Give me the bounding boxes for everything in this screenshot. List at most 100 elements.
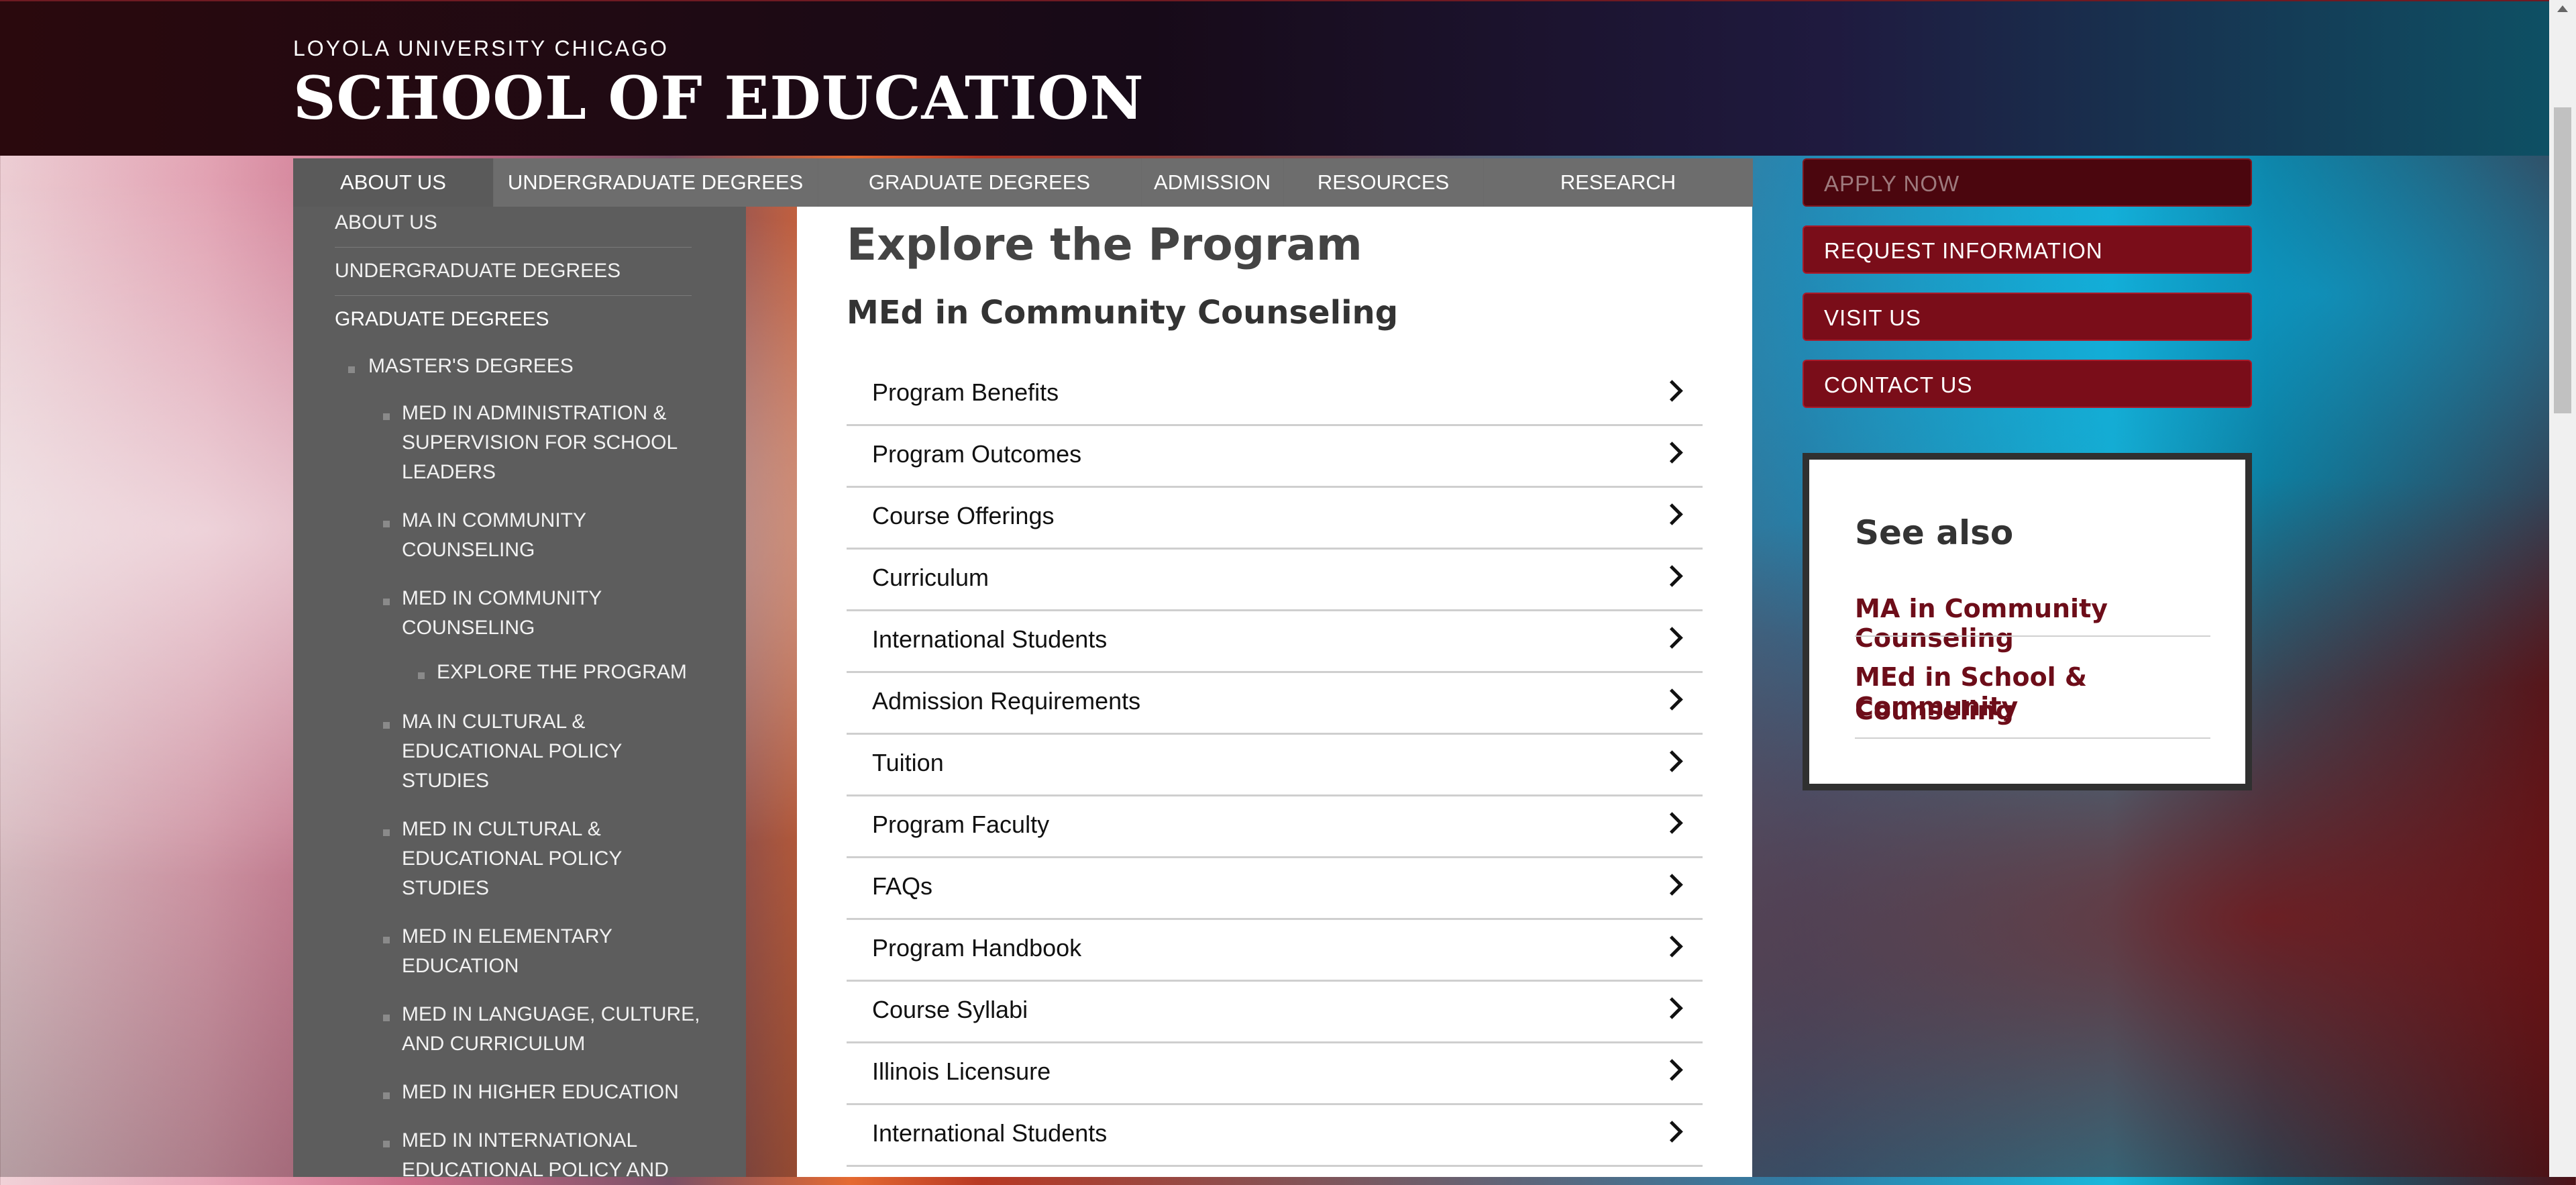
program-benefits-label: Program Benefits [872,378,1059,406]
course-offerings-row[interactable]: Course Offerings [847,486,1703,550]
bullet-icon [383,1092,390,1099]
scroll-up-icon[interactable] [2557,5,2568,12]
sidebar-item-ma-cultural-policy[interactable]: MA IN CULTURAL & [402,707,585,737]
illinois-licensure-row[interactable]: Illinois Licensure [847,1041,1703,1105]
program-faculty-label: Program Faculty [872,811,1050,838]
program-outcomes-label: Program Outcomes [872,440,1082,468]
sidebar-item-graduate-degrees[interactable]: GRADUATE DEGREES [335,305,549,334]
bullet-icon [383,722,390,729]
international-students-label: International Students [872,1119,1108,1147]
tuition-label: Tuition [872,749,944,776]
apply-now-button[interactable]: APPLY NOW [1803,158,2252,207]
bullet-icon [383,599,390,605]
admission-requirements-label: Admission Requirements [872,687,1141,715]
program-handbook-row[interactable]: Program Handbook [847,918,1703,982]
request-information-button[interactable]: REQUEST INFORMATION [1803,225,2252,274]
see-also-link-ma-community-counseling[interactable]: MA in Community Counseling [1855,594,2245,653]
chevron-right-icon [1661,688,1683,711]
sidebar-item-med-community-counseling[interactable]: MED IN COMMUNITY [402,584,602,613]
sidebar-item-med-cultural-policy[interactable]: MED IN CULTURAL & [402,815,601,844]
bullet-icon [383,521,390,527]
chevron-right-icon [1661,627,1683,649]
sidebar-item-med-cultural-policy[interactable]: STUDIES [402,874,489,903]
sidebar-navigation: ABOUT US UNDERGRADUATE DEGREES GRADUATE … [293,207,746,1181]
sidebar-item-med-cultural-policy[interactable]: EDUCATIONAL POLICY [402,844,622,874]
sidebar-item-med-elementary-education[interactable]: EDUCATION [402,951,519,981]
tuition-row[interactable]: Tuition [847,733,1703,796]
chevron-right-icon [1661,1121,1683,1143]
see-also-panel: See also MA in Community Counseling MEd … [1803,453,2252,790]
nav-item-admission[interactable]: ADMISSION [1141,158,1284,207]
course-offerings-label: Course Offerings [872,502,1055,529]
bullet-icon [348,366,355,373]
sidebar-item-med-community-counseling[interactable]: COUNSELING [402,613,535,643]
program-outcomes-row[interactable]: Program Outcomes [847,424,1703,488]
sidebar-item-undergraduate-degrees[interactable]: UNDERGRADUATE DEGREES [335,256,621,286]
sidebar-item-med-administration[interactable]: MED IN ADMINISTRATION & [402,399,666,428]
admission-requirements-row[interactable]: Admission Requirements [847,671,1703,735]
sidebar-item-ma-cultural-policy[interactable]: STUDIES [402,766,489,796]
bullet-icon [383,1141,390,1147]
international-students-row[interactable]: International Students [847,1103,1703,1167]
chevron-right-icon [1661,503,1683,525]
main-content: Explore the Program MEd in Community Cou… [797,207,1752,1177]
curriculum-label: Curriculum [872,564,989,591]
sidebar-item-med-language-culture-curriculum[interactable]: AND CURRICULUM [402,1029,585,1059]
nav-item-about-us[interactable]: ABOUT US [293,158,494,207]
nav-item-undergraduate-degrees[interactable]: UNDERGRADUATE DEGREES [493,158,818,207]
contact-us-button[interactable]: CONTACT US [1803,360,2252,408]
bullet-icon [383,1015,390,1021]
university-name: LOYOLA UNIVERSITY CHICAGO [293,36,669,60]
sidebar-item-med-administration[interactable]: SUPERVISION FOR SCHOOL [402,428,678,458]
faqs-label: FAQs [872,872,933,900]
see-also-divider [1855,635,2210,637]
see-also-link-med-school-community-counseling[interactable]: Counseling [1855,696,2014,725]
sidebar-item-ma-community-counseling[interactable]: COUNSELING [402,535,535,565]
bullet-icon [383,413,390,420]
see-also-divider [1855,737,2210,739]
international-students-row[interactable]: International Students [847,609,1703,673]
sidebar-item-med-elementary-education[interactable]: MED IN ELEMENTARY [402,922,612,951]
nav-item-resources[interactable]: RESOURCES [1283,158,1484,207]
page-scrollbar[interactable] [2549,0,2576,1177]
sidebar-divider [335,295,692,296]
site-header: LOYOLA UNIVERSITY CHICAGO SCHOOL OF EDUC… [0,0,2549,156]
chevron-right-icon [1661,812,1683,834]
nav-item-research[interactable]: RESEARCH [1483,158,1753,207]
chevron-right-icon [1661,874,1683,896]
chevron-right-icon [1661,565,1683,587]
school-name: SCHOOL OF EDUCATION [293,63,1144,133]
chevron-right-icon [1661,1059,1683,1081]
chevron-right-icon [1661,997,1683,1019]
faqs-row[interactable]: FAQs [847,856,1703,920]
illinois-licensure-label: Illinois Licensure [872,1058,1051,1085]
program-benefits-row[interactable]: Program Benefits [847,362,1703,426]
visit-us-button[interactable]: VISIT US [1803,293,2252,341]
chevron-right-icon [1661,935,1683,958]
sidebar-item-med-language-culture-curriculum[interactable]: MED IN LANGUAGE, CULTURE, [402,1000,700,1029]
sidebar-item-ma-cultural-policy[interactable]: EDUCATIONAL POLICY [402,737,622,766]
sidebar-item-explore-the-program[interactable]: EXPLORE THE PROGRAM [437,658,687,687]
chevron-right-icon [1661,750,1683,772]
course-syllabi-row[interactable]: Course Syllabi [847,980,1703,1043]
course-syllabi-label: Course Syllabi [872,996,1028,1023]
sidebar-item-med-administration[interactable]: LEADERS [402,458,496,487]
see-also-title: See also [1855,513,2014,552]
program-handbook-label: Program Handbook [872,934,1082,962]
scroll-thumb[interactable] [2554,107,2571,413]
main-navigation: ABOUT US UNDERGRADUATE DEGREES GRADUATE … [293,158,1753,207]
nav-item-graduate-degrees[interactable]: GRADUATE DEGREES [818,158,1142,207]
bullet-icon [383,829,390,836]
sidebar-item-med-international-policy[interactable]: MED IN INTERNATIONAL [402,1126,637,1155]
sidebar-item-about-us[interactable]: ABOUT US [335,208,437,238]
page-title: Explore the Program [847,219,1362,270]
curriculum-row[interactable]: Curriculum [847,548,1703,611]
sidebar-item-ma-community-counseling[interactable]: MA IN COMMUNITY [402,506,586,535]
program-title: MEd in Community Counseling [847,294,1399,331]
sidebar-item-med-international-policy[interactable]: EDUCATIONAL POLICY AND [402,1155,669,1185]
bullet-icon [418,672,425,679]
sidebar-item-med-higher-education[interactable]: MED IN HIGHER EDUCATION [402,1078,679,1107]
program-faculty-row[interactable]: Program Faculty [847,794,1703,858]
international-students-label: International Students [872,625,1108,653]
sidebar-item-masters-degrees[interactable]: MASTER'S DEGREES [368,352,574,381]
